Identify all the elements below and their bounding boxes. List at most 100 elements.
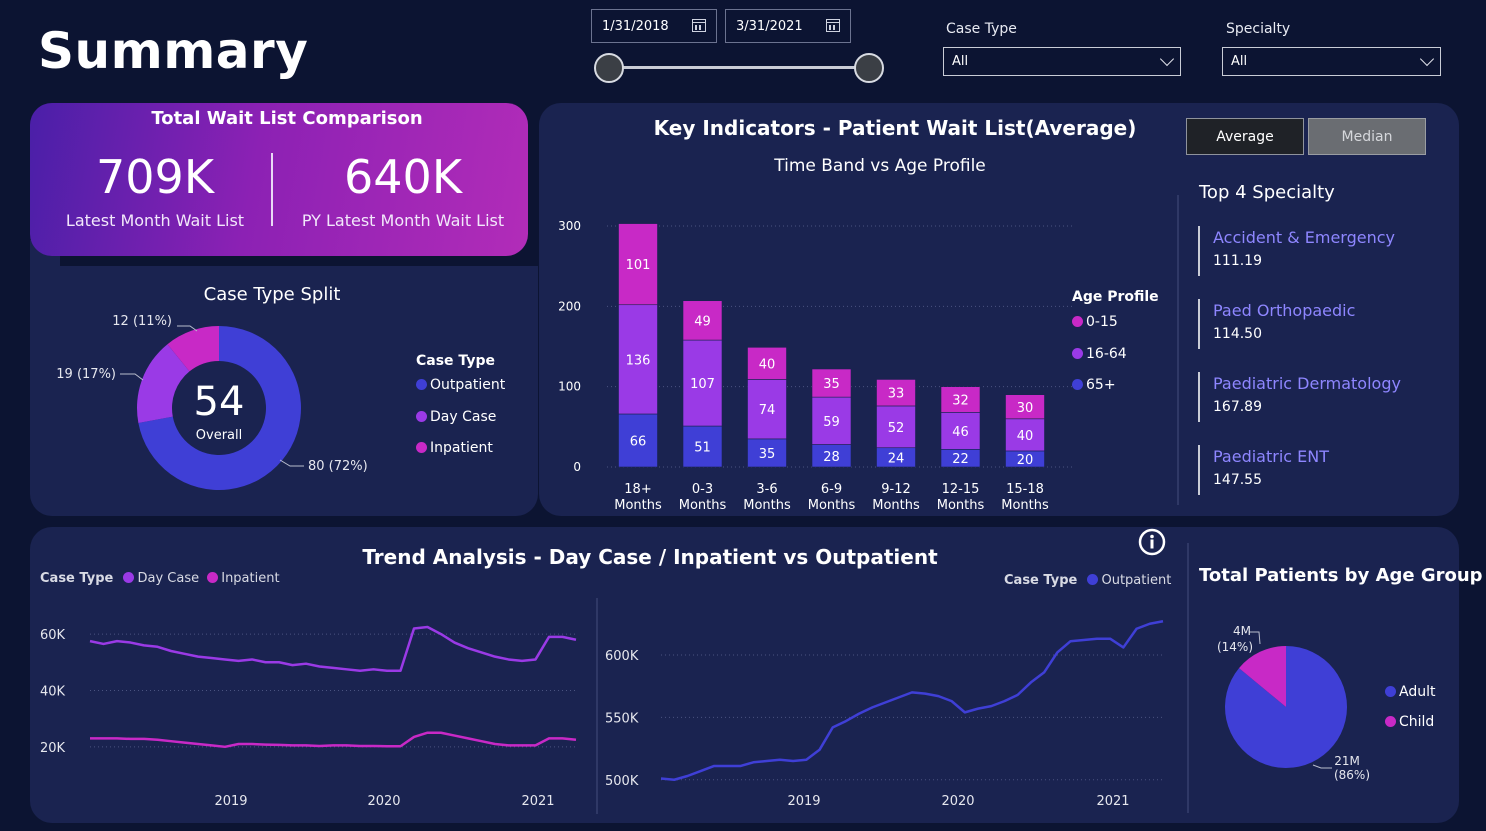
x-tick-label: 6-9 — [821, 482, 842, 497]
legend-item-inpatient[interactable]: Inpatient — [416, 440, 493, 456]
daycase-inpatient-line-chart: 20K 40K 60K 2019 2020 2021 — [40, 625, 577, 809]
bar-data-label: 40 — [1017, 429, 1034, 444]
specialty-value: 167.89 — [1213, 399, 1262, 415]
py-latest-month-label: PY Latest Month Wait List — [301, 211, 505, 230]
legend-dot — [416, 411, 427, 422]
bar-data-label: 30 — [1017, 401, 1034, 416]
legend-dot — [1072, 316, 1083, 327]
x-tick-label: Months — [614, 498, 662, 513]
chevron-down-icon — [1419, 51, 1435, 67]
chart-divider — [596, 598, 598, 814]
wait-list-bar-chart: 0 100 200 300 66 136 101 51 107 49 35 74 40 28 59 35 24… — [558, 219, 1075, 513]
bar-data-label: 46 — [952, 425, 969, 440]
legend-label: 0-15 — [1086, 314, 1118, 330]
legend-item-adult[interactable]: Adult — [1385, 684, 1435, 700]
date-range-slider-track[interactable] — [608, 66, 868, 69]
legend-label: Adult — [1399, 684, 1436, 700]
legend-dot — [416, 442, 427, 453]
date-range-start-handle[interactable] — [594, 53, 624, 83]
x-tick-label: 18+ — [624, 482, 651, 497]
legend-dot — [1072, 379, 1083, 390]
legend-item-child[interactable]: Child — [1385, 714, 1434, 730]
pie-label-child-pct: (14%) — [1217, 640, 1253, 654]
legend-item-65plus[interactable]: 65+ — [1072, 377, 1116, 393]
specialty-value: 111.19 — [1213, 253, 1262, 269]
line-series-outpatient — [660, 620, 1164, 782]
case-type-dropdown[interactable]: All — [943, 47, 1181, 76]
x-tick-label: 12-15 — [942, 482, 980, 497]
legend-item-outpatient[interactable]: Outpatient — [416, 377, 505, 393]
case-type-dropdown-value: All — [952, 54, 969, 69]
y-tick-label: 40K — [40, 684, 66, 699]
legend-dot — [1385, 686, 1396, 697]
average-button[interactable]: Average — [1186, 118, 1304, 155]
trend-title: Trend Analysis - Day Case / Inpatient vs… — [362, 545, 938, 569]
bar-data-label: 66 — [630, 434, 647, 449]
bar-data-label: 24 — [888, 451, 905, 466]
specialty-dropdown[interactable]: All — [1222, 47, 1441, 76]
age-profile-legend-title: Age Profile — [1072, 289, 1159, 305]
bar-data-label: 74 — [759, 403, 776, 418]
bar-data-label: 28 — [823, 450, 840, 465]
bar-data-label: 33 — [888, 387, 905, 402]
x-tick-label: Months — [679, 498, 727, 513]
legend-label: Outpatient — [430, 377, 506, 393]
specialty-item: Paed Orthopaedic 114.50 — [1198, 299, 1448, 349]
start-date-value: 1/31/2018 — [602, 19, 669, 34]
legend-label: Child — [1399, 714, 1435, 730]
specialty-marker — [1198, 445, 1200, 495]
x-tick-label: 2019 — [214, 794, 247, 809]
y-tick-label: 100 — [558, 380, 581, 394]
legend-dot — [207, 572, 219, 583]
panel-divider — [1187, 543, 1189, 813]
median-button[interactable]: Median — [1308, 118, 1426, 155]
trend-right-legend: Case Type Outpatient — [1004, 573, 1171, 588]
legend-dot — [123, 572, 135, 583]
legend-label-outpatient[interactable]: Outpatient — [1101, 573, 1171, 588]
legend-dot — [1087, 574, 1099, 585]
kpi-divider — [271, 153, 273, 226]
specialty-marker — [1198, 372, 1200, 422]
donut-label-outpatient: 80 (72%) — [308, 459, 368, 474]
bar-data-label: 51 — [694, 441, 711, 456]
outpatient-line-chart: 500K 550K 600K 2019 2020 2021 — [605, 620, 1164, 809]
bar-data-label: 101 — [626, 258, 651, 273]
date-range-end-handle[interactable] — [854, 53, 884, 83]
legend-item-16-64[interactable]: 16-64 — [1072, 346, 1127, 362]
x-tick-label: 2019 — [787, 794, 820, 809]
calendar-icon[interactable] — [826, 19, 840, 32]
specialty-marker — [1198, 299, 1200, 349]
x-tick-label: 15-18 — [1006, 482, 1044, 497]
legend-item-daycase[interactable]: Day Case — [416, 409, 496, 425]
end-date-input[interactable]: 3/31/2021 — [725, 9, 851, 43]
x-tick-label: 2020 — [941, 794, 974, 809]
pie-label-child: 4M — [1233, 624, 1251, 638]
x-tick-label: 9-12 — [881, 482, 911, 497]
pie-label-adult: 21M — [1334, 754, 1360, 768]
legend-item-0-15[interactable]: 0-15 — [1072, 314, 1118, 330]
py-latest-month-value: 640K — [344, 150, 462, 204]
page-title: Summary — [38, 22, 309, 80]
specialty-name: Accident & Emergency — [1213, 228, 1396, 247]
specialty-filter-label: Specialty — [1226, 21, 1291, 37]
y-tick-label: 200 — [558, 299, 581, 313]
x-tick-label: Months — [937, 498, 985, 513]
bar-data-label: 49 — [694, 314, 711, 329]
latest-month-label: Latest Month Wait List — [65, 211, 245, 230]
calendar-icon[interactable] — [692, 19, 706, 32]
x-tick-label: 2021 — [1096, 794, 1129, 809]
specialty-item: Accident & Emergency 111.19 — [1198, 226, 1448, 276]
donut-leader-line — [279, 459, 304, 467]
start-date-input[interactable]: 1/31/2018 — [591, 9, 717, 43]
top-specialty-title: Top 4 Specialty — [1199, 182, 1335, 203]
donut-center-label: Overall — [196, 428, 242, 443]
legend-label-inpatient[interactable]: Inpatient — [221, 571, 279, 586]
legend-title: Case Type — [1004, 573, 1078, 588]
legend-label: Inpatient — [430, 440, 493, 456]
info-icon[interactable] — [1138, 528, 1166, 556]
trend-left-legend: Case Type Day Case Inpatient — [40, 571, 280, 586]
legend-label-daycase[interactable]: Day Case — [137, 571, 199, 586]
bar-data-label: 35 — [823, 377, 840, 392]
legend-title: Case Type — [40, 571, 114, 586]
legend-dot — [416, 379, 427, 390]
